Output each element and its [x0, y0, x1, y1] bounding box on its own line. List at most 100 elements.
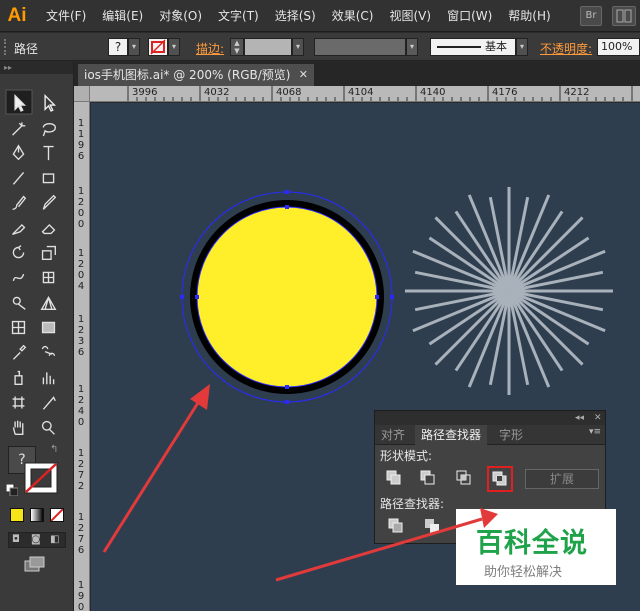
line-tool-icon[interactable] [12, 171, 25, 185]
stroke-dropdown[interactable]: ▾ [168, 38, 180, 56]
menu-object[interactable]: 对象(O) [151, 0, 210, 32]
vertical-ruler[interactable]: 1196 1200 1204 1236 1240 1272 1276 1908 [74, 102, 90, 611]
opacity-label[interactable]: 不透明度: [540, 40, 592, 57]
document-tab-title: ios手机图标.ai* @ 200% (RGB/预览) [84, 68, 291, 82]
none-stroke-icon [150, 39, 166, 55]
gradient-mode-button[interactable] [30, 508, 44, 522]
minus-front-button[interactable] [417, 467, 439, 489]
variable-width-profile[interactable] [314, 38, 406, 56]
horizontal-ruler[interactable]: 3996 4032 4068 4104 4140 4176 4212 [74, 86, 640, 102]
ruler-v-label: 1908 [77, 580, 85, 611]
rectangle-tool-icon[interactable] [42, 173, 55, 184]
column-graph-tool-icon[interactable] [42, 372, 55, 385]
yellow-circle[interactable] [180, 190, 394, 404]
document-tab[interactable]: ios手机图标.ai* @ 200% (RGB/预览) ✕ [78, 64, 314, 86]
menu-effect[interactable]: 效果(C) [324, 0, 382, 32]
default-fill-stroke-icon[interactable] [5, 483, 19, 497]
menu-file[interactable]: 文件(F) [38, 0, 94, 32]
exclude-icon [492, 471, 507, 486]
collapse-panel-icon[interactable]: ◂◂ [575, 411, 584, 425]
eraser-tool-icon[interactable] [41, 223, 56, 235]
tools-panel-header[interactable]: ▸▸ [0, 62, 73, 74]
fill-swatch[interactable]: ? [108, 38, 128, 56]
rotate-tool-icon[interactable] [12, 245, 25, 259]
brush-dropdown[interactable]: ▾ [516, 38, 528, 56]
paintbrush-tool-icon[interactable] [12, 195, 27, 210]
stroke-weight-label[interactable]: 描边: [196, 40, 224, 57]
close-panel-icon[interactable]: ✕ [594, 411, 602, 425]
lasso-tool-icon[interactable] [42, 122, 56, 137]
selection-type-label: 路径 [14, 42, 39, 56]
artboard-tool-icon[interactable] [12, 396, 25, 409]
blend-tool-icon[interactable] [41, 345, 56, 357]
menu-view[interactable]: 视图(V) [381, 0, 439, 32]
stroke-swatch[interactable] [148, 38, 168, 56]
divide-button[interactable] [385, 515, 407, 537]
gradient-tool-icon[interactable] [41, 321, 56, 334]
document-tab-strip: ios手机图标.ai* @ 200% (RGB/预览) ✕ [74, 62, 640, 86]
ruler-h-label: 4212 [564, 87, 590, 98]
stroke-indicator[interactable] [24, 462, 58, 494]
free-transform-tool-icon[interactable] [42, 271, 55, 284]
brush-definition[interactable]: 基本 [430, 38, 516, 56]
unite-button[interactable] [383, 467, 405, 489]
eyedropper-tool-icon[interactable] [12, 344, 27, 360]
scale-tool-icon[interactable] [41, 245, 56, 260]
none-mode-button[interactable] [50, 508, 64, 522]
brush-name: 基本 [485, 40, 507, 53]
tools-icons [5, 89, 57, 435]
type-tool-icon[interactable] [43, 145, 54, 161]
blob-brush-tool-icon[interactable] [12, 223, 26, 235]
control-bar: 路径 ? ▾ ▾ 描边: ▲ ▼ ▾ ▾ 基本 ▾ 不透明度: 100% [0, 33, 640, 61]
expand-button[interactable]: 扩展 [525, 469, 599, 489]
variable-width-dropdown[interactable]: ▾ [406, 38, 418, 56]
perspective-grid-tool-icon[interactable] [40, 296, 57, 310]
draw-behind-icon[interactable]: ◙ [31, 534, 41, 545]
unite-icon [386, 470, 401, 485]
bridge-button[interactable]: Br [580, 6, 602, 26]
zoom-tool-icon[interactable] [41, 420, 55, 435]
menu-select[interactable]: 选择(S) [267, 0, 324, 32]
tab-pathfinder[interactable]: 路径查找器 [415, 425, 488, 445]
draw-inside-icon[interactable]: ◧ [50, 534, 59, 545]
symbol-sprayer-tool-icon[interactable] [14, 370, 23, 385]
tab-align[interactable]: 对齐 [375, 425, 411, 445]
drawing-modes[interactable]: ◘ ◙ ◧ [8, 532, 66, 548]
exclude-button[interactable] [487, 466, 513, 492]
ruler-v-label: 1276 [77, 512, 85, 556]
ruler-origin[interactable] [74, 86, 90, 102]
stroke-weight-dropdown[interactable]: ▾ [292, 38, 304, 56]
starburst-shape[interactable] [405, 187, 613, 395]
color-mode-button[interactable] [10, 508, 24, 522]
magic-wand-tool-icon[interactable] [12, 122, 26, 136]
tab-glyphs[interactable]: 字形 [493, 425, 529, 445]
menu-window[interactable]: 窗口(W) [439, 0, 500, 32]
menu-edit[interactable]: 编辑(E) [94, 0, 151, 32]
pen-tool-icon[interactable] [12, 144, 25, 161]
panel-grip[interactable] [4, 39, 8, 55]
menu-type[interactable]: 文字(T) [210, 0, 267, 32]
panel-title-bar[interactable]: ◂◂ ✕ [375, 411, 605, 425]
direct-selection-tool-icon[interactable] [44, 94, 57, 112]
slice-tool-icon[interactable] [42, 396, 56, 410]
divide-icon [388, 518, 403, 533]
shape-builder-tool-icon[interactable] [12, 296, 26, 310]
stroke-none-icon [24, 462, 58, 494]
screen-mode-button[interactable] [24, 556, 46, 572]
swap-fill-stroke-icon[interactable]: ↰ [50, 444, 58, 455]
fill-dropdown[interactable]: ▾ [128, 38, 140, 56]
intersect-button[interactable] [453, 467, 475, 489]
trim-button[interactable] [421, 515, 443, 537]
draw-normal-icon[interactable]: ◘ [12, 534, 20, 545]
close-tab-icon[interactable]: ✕ [299, 64, 308, 86]
pencil-tool-icon[interactable] [42, 194, 57, 210]
panel-menu-icon[interactable]: ▾≡ [589, 427, 601, 437]
warp-tool-icon[interactable] [12, 273, 25, 282]
menu-help[interactable]: 帮助(H) [500, 0, 558, 32]
arrange-documents-button[interactable] [612, 6, 636, 26]
hand-tool-icon[interactable] [12, 420, 24, 435]
mesh-tool-icon[interactable] [11, 320, 26, 335]
opacity-input[interactable]: 100% [597, 38, 640, 56]
stroke-weight-input[interactable] [244, 38, 292, 56]
stroke-weight-spinner[interactable]: ▲ ▼ [230, 38, 244, 56]
